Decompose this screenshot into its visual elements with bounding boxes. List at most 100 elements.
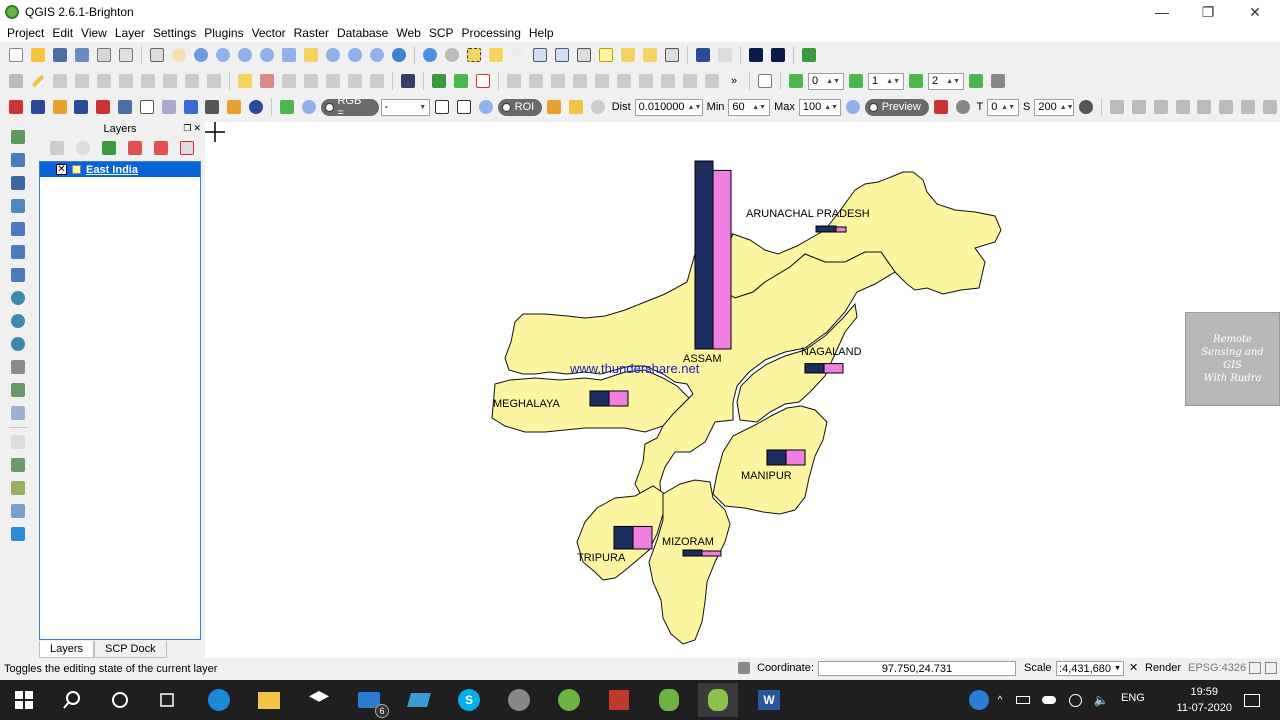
- pin-labels-icon[interactable]: [257, 71, 277, 91]
- expand-all-icon[interactable]: [47, 138, 67, 158]
- notification-icon[interactable]: [1238, 686, 1266, 714]
- mask-7-icon[interactable]: [1238, 97, 1258, 117]
- app-blue-icon[interactable]: [405, 686, 433, 714]
- band-spin-c[interactable]: 2 ▲▼: [928, 72, 964, 90]
- zoom-layer-icon[interactable]: [323, 45, 343, 65]
- spectral-icon[interactable]: [159, 97, 179, 117]
- print-composer-icon[interactable]: [94, 45, 114, 65]
- add-feature-icon[interactable]: [72, 71, 92, 91]
- qgis-taskbar-2-icon[interactable]: [655, 686, 683, 714]
- rgb-zoom-icon[interactable]: [277, 97, 297, 117]
- menu-project[interactable]: Project: [3, 26, 48, 40]
- digitize-green-icon[interactable]: [429, 71, 449, 91]
- preview-color-icon[interactable]: [931, 97, 951, 117]
- pencil-icon[interactable]: [181, 97, 201, 117]
- remove-layer-icon[interactable]: [177, 138, 197, 158]
- crs-label[interactable]: EPSG:4326: [1188, 662, 1246, 674]
- text-annotation-icon[interactable]: [662, 45, 682, 65]
- menu-layer[interactable]: Layer: [111, 26, 149, 40]
- menu-database[interactable]: Database: [333, 26, 392, 40]
- zoom-next-icon[interactable]: [367, 45, 387, 65]
- qgis-taskbar-1-icon[interactable]: [555, 686, 583, 714]
- band-spin-b[interactable]: 1 ▲▼: [868, 72, 904, 90]
- paste-features-icon[interactable]: [204, 71, 224, 91]
- graph-icon[interactable]: [473, 71, 493, 91]
- whats-this-icon[interactable]: [715, 45, 735, 65]
- band-set-icon[interactable]: [786, 71, 806, 91]
- select-features-icon[interactable]: [464, 45, 484, 65]
- change-label-icon[interactable]: [345, 71, 365, 91]
- zoom-actual-icon[interactable]: [257, 45, 277, 65]
- roi-poly-icon[interactable]: [432, 97, 452, 117]
- filter-icon[interactable]: [99, 138, 119, 158]
- eye-icon[interactable]: [73, 138, 93, 158]
- rotate-label-icon[interactable]: [323, 71, 343, 91]
- mask-5-icon[interactable]: [1195, 97, 1215, 117]
- min-spin[interactable]: 60 ▲▼: [728, 98, 771, 116]
- rgb-combo[interactable]: - ▼: [380, 98, 431, 116]
- restore-button[interactable]: ❐: [1185, 0, 1231, 24]
- run-action-icon[interactable]: [442, 45, 462, 65]
- new-spatialite-icon[interactable]: [7, 404, 29, 422]
- expand-icon[interactable]: [125, 138, 145, 158]
- minimize-button[interactable]: —: [1139, 0, 1185, 24]
- mask-4-icon[interactable]: [1173, 97, 1193, 117]
- save-as-icon[interactable]: [72, 45, 92, 65]
- overflow-chevron-icon[interactable]: »: [724, 71, 744, 91]
- preview-zoom-icon[interactable]: [843, 97, 863, 117]
- advanced-edit-9-icon[interactable]: [680, 71, 700, 91]
- field-calculator-icon[interactable]: [552, 45, 572, 65]
- map-tips-icon[interactable]: [596, 45, 616, 65]
- add-wfs-icon[interactable]: [7, 335, 29, 353]
- cut-features-icon[interactable]: [160, 71, 180, 91]
- new-shapefile-icon[interactable]: [7, 381, 29, 399]
- save-edits-icon[interactable]: [50, 71, 70, 91]
- delete-selected-icon[interactable]: [138, 71, 158, 91]
- touch-zoom-icon[interactable]: [147, 45, 167, 65]
- add-wms-icon[interactable]: [7, 289, 29, 307]
- mask-8-icon[interactable]: [1260, 97, 1280, 117]
- raster-save-icon[interactable]: [115, 97, 135, 117]
- close-button[interactable]: ✕: [1232, 0, 1278, 24]
- menu-edit[interactable]: Edit: [48, 26, 77, 40]
- open-project-icon[interactable]: [28, 45, 48, 65]
- show-bookmarks-icon[interactable]: [640, 45, 660, 65]
- band-list-icon[interactable]: [224, 97, 244, 117]
- gps-icon[interactable]: [7, 433, 29, 451]
- menu-vector[interactable]: Vector: [248, 26, 290, 40]
- scale-combo[interactable]: :4,431,680 ▼: [1056, 661, 1124, 676]
- tools-icon[interactable]: [202, 97, 222, 117]
- shape-icon[interactable]: [398, 71, 418, 91]
- copy-features-icon[interactable]: [182, 71, 202, 91]
- deselect-icon[interactable]: [486, 45, 506, 65]
- dist-spin[interactable]: 0.010000 ▲▼: [634, 98, 703, 116]
- tab-layers[interactable]: Layers: [39, 641, 95, 658]
- float-panel-icon[interactable]: ❐: [183, 123, 191, 134]
- roi-plus-icon[interactable]: [566, 97, 586, 117]
- zoom-raster-icon[interactable]: [299, 97, 319, 117]
- add-spatialite-icon[interactable]: [7, 197, 29, 215]
- roi-redo-icon[interactable]: [588, 97, 608, 117]
- select-expression-icon[interactable]: [508, 45, 528, 65]
- node-tool-icon[interactable]: [116, 71, 136, 91]
- mail-icon[interactable]: 6: [355, 686, 389, 718]
- zoom-last-icon[interactable]: [345, 45, 365, 65]
- cortana-icon[interactable]: [106, 686, 134, 714]
- zoom-selection-icon[interactable]: [301, 45, 321, 65]
- advanced-edit-10-icon[interactable]: [702, 71, 722, 91]
- database-icon[interactable]: [1076, 97, 1096, 117]
- refresh-icon[interactable]: [389, 45, 409, 65]
- label-tool-icon[interactable]: [367, 71, 387, 91]
- add-db2-icon[interactable]: [7, 266, 29, 284]
- menu-settings[interactable]: Settings: [149, 26, 200, 40]
- label-icon[interactable]: [235, 71, 255, 91]
- roi-toggle[interactable]: ROI: [497, 98, 543, 116]
- move-label-icon[interactable]: [301, 71, 321, 91]
- file-explorer-icon[interactable]: [255, 686, 283, 714]
- virtual-raster-icon[interactable]: [7, 502, 29, 520]
- band-prev-icon[interactable]: [906, 71, 926, 91]
- add-wcs-icon[interactable]: [7, 312, 29, 330]
- roi-marker-icon[interactable]: [544, 97, 564, 117]
- composer-manager-icon[interactable]: [116, 45, 136, 65]
- mask-2-icon[interactable]: [1129, 97, 1149, 117]
